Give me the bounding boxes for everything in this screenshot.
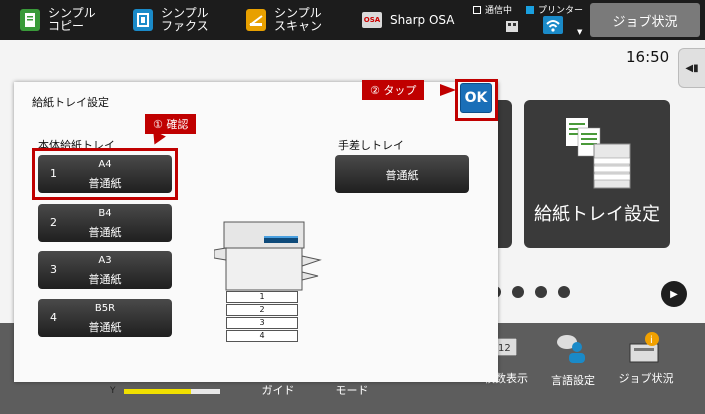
- printer-tray-slot: 4: [226, 330, 298, 342]
- tray-type: 普通紙: [88, 273, 122, 286]
- page-dot[interactable]: [535, 286, 547, 298]
- paper-tray-tile-label: 給紙トレイ設定: [534, 204, 660, 225]
- tray-2-button[interactable]: 2 B4 普通紙: [38, 204, 172, 242]
- toner-indicator: Y: [110, 386, 220, 396]
- comm-indicator: [473, 5, 481, 14]
- tap-callout-pointer: [440, 84, 456, 96]
- copy-icon: [20, 9, 40, 31]
- app-label-line2: コピー: [48, 19, 85, 33]
- network-icon: [505, 18, 519, 38]
- job-status-icon: i: [628, 330, 662, 370]
- toner-y-label: Y: [110, 386, 116, 396]
- clock: 16:50: [626, 48, 670, 66]
- language-settings-icon: [555, 333, 587, 369]
- page-dot[interactable]: [558, 286, 570, 298]
- printer-tray-slot: 1: [226, 291, 298, 303]
- toner-y-bar: [123, 388, 220, 394]
- printer-illustration: [213, 216, 324, 300]
- top-bar: シンプル コピー シンプル ファクス シンプル スキャン OSA Sharp OSA …: [0, 0, 705, 40]
- next-page-icon[interactable]: ▶: [661, 281, 687, 307]
- job-status-label[interactable]: ジョブ状況: [616, 372, 676, 385]
- svg-text:12: 12: [498, 343, 511, 354]
- printer-status-label: プリンター: [538, 6, 584, 16]
- printer-tray-slot: 3: [226, 317, 298, 329]
- counter-icon: 12: [494, 337, 518, 360]
- wifi-icon: [543, 16, 563, 34]
- dropdown-icon[interactable]: ▼: [577, 28, 582, 36]
- app-label-line2: ファクス: [161, 19, 209, 33]
- svg-text:i: i: [650, 335, 653, 346]
- language-settings-label[interactable]: 言語設定: [540, 374, 606, 387]
- page-indicator[interactable]: [489, 286, 581, 298]
- printer-status: プリンター: [526, 3, 583, 16]
- tap-highlight: [455, 79, 498, 121]
- tray-4-button[interactable]: 4 B5R 普通紙: [38, 299, 172, 337]
- manual-tray-heading: 手差しトレイ: [338, 139, 404, 152]
- mode-label[interactable]: モード: [330, 384, 374, 397]
- tray-size: B5R: [94, 303, 116, 314]
- printer-indicator: [526, 5, 534, 14]
- comm-status-label: 通信中: [485, 6, 513, 16]
- osa-icon: OSA: [362, 12, 382, 28]
- tap-callout: ② タップ: [362, 80, 425, 100]
- manual-tray-button[interactable]: 普通紙: [335, 155, 469, 193]
- app-label: Sharp OSA: [390, 12, 455, 27]
- app-label-line2: スキャン: [274, 19, 323, 33]
- side-panel-tab[interactable]: ◀▮: [678, 48, 705, 88]
- simple-copy-app[interactable]: シンプル コピー: [20, 0, 96, 40]
- dialog-title: 給紙トレイ設定: [32, 96, 109, 109]
- simple-fax-app[interactable]: シンプル ファクス: [133, 0, 209, 40]
- fax-icon: [133, 9, 153, 31]
- scan-icon: [246, 9, 266, 31]
- paper-tray-icon: [564, 114, 634, 194]
- tray-3-button[interactable]: 3 A3 普通紙: [38, 251, 172, 289]
- tray-size: B4: [98, 208, 112, 219]
- job-status-button[interactable]: ジョブ状況: [590, 3, 700, 37]
- tray-type: 普通紙: [88, 226, 122, 239]
- paper-tray-settings-tile[interactable]: 給紙トレイ設定: [524, 100, 670, 248]
- tray-size: A3: [98, 255, 112, 266]
- tray-type: 普通紙: [88, 321, 122, 334]
- tray-type: 普通紙: [385, 169, 419, 182]
- simple-scan-app[interactable]: シンプル スキャン: [246, 0, 322, 40]
- page-dot[interactable]: [512, 286, 524, 298]
- sharp-osa-app[interactable]: OSA Sharp OSA: [362, 0, 454, 40]
- confirm-highlight: [32, 148, 178, 200]
- guide-label[interactable]: ガイド: [258, 384, 298, 397]
- comm-status: 通信中: [473, 3, 512, 16]
- printer-tray-slot: 2: [226, 304, 298, 316]
